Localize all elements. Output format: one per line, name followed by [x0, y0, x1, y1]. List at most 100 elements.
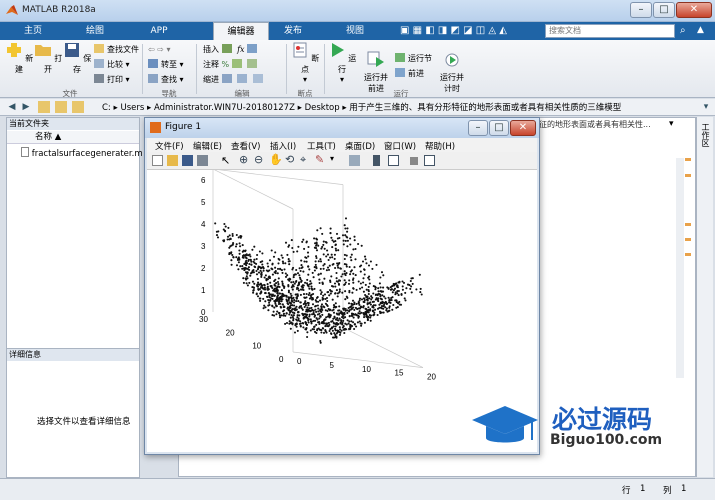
- find-files-button[interactable]: 查找文件: [94, 43, 139, 56]
- data-point: [224, 230, 227, 233]
- data-point: [331, 329, 334, 332]
- ribbon-collapse-icon[interactable]: ▲: [697, 25, 704, 35]
- close-button[interactable]: ✕: [676, 2, 712, 18]
- breadcrumb[interactable]: C: ▸ Users ▸ Administrator.WIN7U-2018012…: [102, 101, 621, 113]
- data-point: [292, 319, 295, 322]
- menu-help[interactable]: 帮助(H): [425, 140, 455, 152]
- folder-icon[interactable]: [72, 101, 84, 113]
- path-dropdown-icon[interactable]: ▾: [700, 101, 712, 113]
- open-button[interactable]: 打开: [33, 42, 63, 75]
- data-cursor-icon[interactable]: ⌖: [300, 153, 306, 167]
- uncomment-icon[interactable]: [247, 59, 258, 68]
- brush-dropdown-icon[interactable]: ▾: [330, 154, 334, 163]
- rotate-3d-icon[interactable]: ⟲: [285, 153, 294, 166]
- menu-edit[interactable]: 编辑(E): [193, 140, 222, 152]
- code-marker[interactable]: [685, 158, 691, 161]
- breakpoints-button[interactable]: 断点 ▾: [290, 42, 320, 84]
- goto-button[interactable]: 转至 ▾: [148, 58, 184, 71]
- colorbar-icon[interactable]: [373, 155, 380, 166]
- data-point: [288, 320, 291, 323]
- search-icon[interactable]: ⌕: [680, 25, 686, 36]
- minimize-button[interactable]: –: [630, 2, 652, 18]
- print-figure-icon[interactable]: [197, 155, 208, 166]
- nav-arrows[interactable]: ⇦ ⇨ ▾: [148, 43, 171, 56]
- tab-apps[interactable]: APP: [134, 22, 184, 40]
- code-marker[interactable]: [685, 174, 691, 177]
- save-figure-icon[interactable]: [182, 155, 193, 166]
- tab-plots[interactable]: 绘图: [70, 22, 120, 40]
- editor-expand-icon[interactable]: ▾: [669, 119, 674, 129]
- data-point: [263, 276, 266, 279]
- code-marker[interactable]: [685, 223, 691, 226]
- zoom-in-icon[interactable]: ⊕: [239, 153, 248, 166]
- print-button[interactable]: 打印 ▾: [94, 73, 130, 86]
- workspace-label[interactable]: 工作区: [700, 123, 711, 147]
- quick-access-icons[interactable]: ▣ ▦ ◧ ◨ ◩ ◪ ◫ ◬ ◭: [400, 25, 507, 36]
- data-point: [418, 273, 421, 276]
- data-point: [276, 310, 279, 313]
- compare-button[interactable]: 比较 ▾: [94, 58, 130, 71]
- tab-view[interactable]: 视图: [330, 22, 380, 40]
- new-button[interactable]: 新建: [4, 42, 34, 75]
- editor-tab-title[interactable]: 征的地形表面或者具有相关性...: [539, 119, 651, 130]
- run-button[interactable]: 运行 ▾: [327, 42, 357, 84]
- insert-menu-icon[interactable]: [247, 44, 258, 53]
- data-point: [379, 295, 382, 298]
- legend-icon[interactable]: [388, 155, 399, 166]
- data-point: [330, 236, 333, 239]
- new-figure-icon[interactable]: [152, 155, 163, 166]
- pointer-icon[interactable]: ↖: [221, 154, 230, 167]
- link-plot-icon[interactable]: [349, 155, 360, 166]
- tab-home[interactable]: 主页: [8, 22, 58, 40]
- menu-desktop[interactable]: 桌面(D): [345, 140, 375, 152]
- tab-publish[interactable]: 发布: [268, 22, 318, 40]
- comment-wrap-icon[interactable]: [231, 59, 242, 68]
- brush-icon[interactable]: ✎: [315, 153, 324, 166]
- file-item[interactable]: fractalsurfacegenerater.m: [21, 147, 143, 159]
- code-marker[interactable]: [685, 253, 691, 256]
- data-point: [332, 304, 336, 307]
- data-point: [383, 303, 386, 306]
- run-section-button[interactable]: 运行节: [395, 52, 432, 65]
- show-tools-icon[interactable]: [424, 155, 435, 166]
- data-point: [286, 274, 289, 277]
- back-icon[interactable]: ◀: [6, 101, 18, 113]
- up-folder-icon[interactable]: [38, 101, 50, 113]
- comment-button[interactable]: 注释 %: [203, 58, 260, 71]
- menu-tools[interactable]: 工具(T): [307, 140, 336, 152]
- figure-minimize-button[interactable]: –: [468, 120, 488, 136]
- fx-icon[interactable]: fx: [237, 45, 244, 54]
- open-file-icon[interactable]: [167, 155, 178, 166]
- data-point: [232, 256, 235, 259]
- figure-title-bar[interactable]: Figure 1 – □ ✕: [145, 118, 539, 138]
- menu-window[interactable]: 窗口(W): [384, 140, 416, 152]
- save-button[interactable]: 保存: [62, 42, 92, 75]
- name-column-header[interactable]: 名称 ▲: [7, 131, 139, 144]
- figure-close-button[interactable]: ✕: [510, 120, 536, 136]
- search-input[interactable]: 搜索文档: [545, 24, 675, 38]
- pan-icon[interactable]: ✋: [269, 153, 283, 166]
- data-point: [349, 273, 352, 276]
- run-and-time-button[interactable]: 运行并 计时: [434, 42, 470, 94]
- forward-icon[interactable]: ▶: [20, 101, 32, 113]
- menu-file[interactable]: 文件(F): [155, 140, 184, 152]
- menu-insert[interactable]: 插入(I): [270, 140, 296, 152]
- browse-folder-icon[interactable]: [55, 101, 67, 113]
- tab-editor[interactable]: 编辑器: [213, 22, 269, 40]
- menu-view[interactable]: 查看(V): [231, 140, 260, 152]
- editor-scrollbar[interactable]: [676, 158, 684, 378]
- zoom-out-icon[interactable]: ⊖: [254, 153, 263, 166]
- hide-tools-icon[interactable]: [410, 157, 418, 165]
- figure-maximize-button[interactable]: □: [489, 120, 509, 136]
- data-point: [293, 299, 296, 302]
- find-button[interactable]: 查找 ▾: [148, 73, 184, 86]
- run-and-advance-button[interactable]: 运行并 前进: [358, 42, 394, 94]
- insert-button[interactable]: 插入 fx: [203, 43, 260, 56]
- indent-increase-icon[interactable]: [237, 74, 248, 83]
- indent-button[interactable]: 缩进: [203, 73, 266, 86]
- maximize-button[interactable]: □: [653, 2, 675, 18]
- advance-button[interactable]: 前进: [395, 67, 424, 80]
- indent-decrease-icon[interactable]: [252, 74, 263, 83]
- code-marker[interactable]: [685, 238, 691, 241]
- data-point: [307, 273, 310, 276]
